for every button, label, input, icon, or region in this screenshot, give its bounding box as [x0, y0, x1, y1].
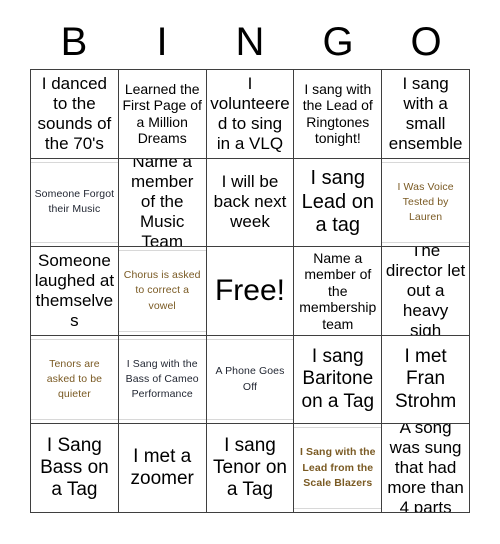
bingo-cell[interactable]: I sang with a small ensemble [382, 70, 470, 159]
bingo-cell[interactable]: I sang Lead on a tag [294, 158, 383, 248]
bingo-cell-text: Learned the First Page of a Million Drea… [122, 80, 202, 147]
bingo-cell[interactable]: I danced to the sounds of the 70's [31, 70, 119, 159]
bingo-cell[interactable]: I sang Tenor on a Tag [206, 424, 295, 513]
bingo-cell[interactable]: I Was Voice Tested by Lauren [382, 158, 470, 248]
header-letter-o: O [410, 20, 442, 64]
bingo-cell[interactable]: I Sang Bass on a Tag [31, 424, 119, 513]
bingo-cell-text: Someone Forgot their Music [34, 188, 115, 216]
bingo-cell-text: I sang with a small ensemble [388, 73, 463, 153]
header-letter-n: N [235, 20, 265, 64]
header-letter-b: B [60, 20, 88, 64]
bingo-cell-text: I Sang with the Lead from the Scale Blaz… [299, 446, 376, 489]
bingo-cell-text: I Was Voice Tested by Lauren [397, 180, 454, 223]
bingo-cell[interactable]: I Sang with the Lead from the Scale Blaz… [294, 424, 383, 513]
bingo-cell-text: I sang with the Lead of Ringtones tonigh… [302, 80, 373, 147]
bingo-cell-text: Free! [214, 274, 285, 308]
bingo-cell-text: A Phone Goes Off [215, 365, 285, 393]
bingo-cell[interactable]: A song was sung that had more than 4 par… [382, 424, 470, 513]
bingo-header: B I N G O [30, 16, 470, 68]
bingo-cell-text: I will be back next week [213, 172, 287, 232]
bingo-cell-text: I met Fran Strohm [394, 345, 457, 412]
bingo-cell[interactable]: Someone Forgot their Music [31, 158, 119, 248]
bingo-cell[interactable]: Name a member of the membership team [294, 247, 383, 336]
bingo-cell-text: I sang Tenor on a Tag [213, 434, 287, 501]
header-letter-g: G [322, 20, 354, 64]
bingo-cell-free[interactable]: Free! [206, 247, 295, 336]
bingo-grid: I danced to the sounds of the 70's Learn… [30, 69, 470, 513]
bingo-cell[interactable]: Tenors are asked to be quieter [31, 335, 119, 425]
bingo-cell[interactable]: I met a zoomer [118, 424, 207, 513]
bingo-cell-text: I Sang Bass on a Tag [40, 434, 109, 501]
bingo-cell-text: The director let out a heavy sigh [385, 247, 466, 336]
bingo-cell-text: Name a member of the Music Team [131, 158, 194, 248]
bingo-cell-text: Tenors are asked to be quieter [46, 357, 103, 401]
bingo-cell-text: I met a zoomer [130, 445, 194, 490]
bingo-cell[interactable]: I volunteered to sing in a VLQ [206, 70, 295, 159]
bingo-cell-text: Chorus is asked to correct a vowel [123, 269, 201, 312]
bingo-cell-text: Someone laughed at themselves [34, 250, 115, 331]
bingo-cell[interactable]: I met Fran Strohm [382, 335, 470, 425]
bingo-cell-text: Name a member of the membership team [299, 249, 377, 332]
bingo-cell-text: I Sang with the Bass of Cameo Performanc… [125, 357, 199, 401]
bingo-cell-text: I sang Lead on a tag [301, 167, 374, 237]
bingo-cell[interactable]: I will be back next week [206, 158, 295, 248]
bingo-cell[interactable]: Name a member of the Music Team [118, 158, 207, 248]
bingo-cell-text: I sang Baritone on a Tag [301, 345, 375, 412]
bingo-cell[interactable]: Learned the First Page of a Million Drea… [118, 70, 207, 159]
bingo-cell[interactable]: Someone laughed at themselves [31, 247, 119, 336]
bingo-cell[interactable]: I sang with the Lead of Ringtones tonigh… [294, 70, 383, 159]
header-letter-i: I [156, 20, 168, 64]
bingo-cell-text: I volunteered to sing in a VLQ [210, 73, 290, 153]
bingo-cell[interactable]: I Sang with the Bass of Cameo Performanc… [118, 335, 207, 425]
bingo-cell[interactable]: The director let out a heavy sigh [382, 247, 470, 336]
bingo-cell[interactable]: I sang Baritone on a Tag [294, 335, 383, 425]
bingo-cell-text: I danced to the sounds of the 70's [37, 73, 112, 153]
bingo-cell-text: A song was sung that had more than 4 par… [387, 424, 464, 513]
bingo-card: B I N G O I danced to the sounds of the … [0, 0, 500, 544]
bingo-cell[interactable]: A Phone Goes Off [206, 335, 295, 425]
bingo-cell[interactable]: Chorus is asked to correct a vowel [118, 247, 207, 336]
